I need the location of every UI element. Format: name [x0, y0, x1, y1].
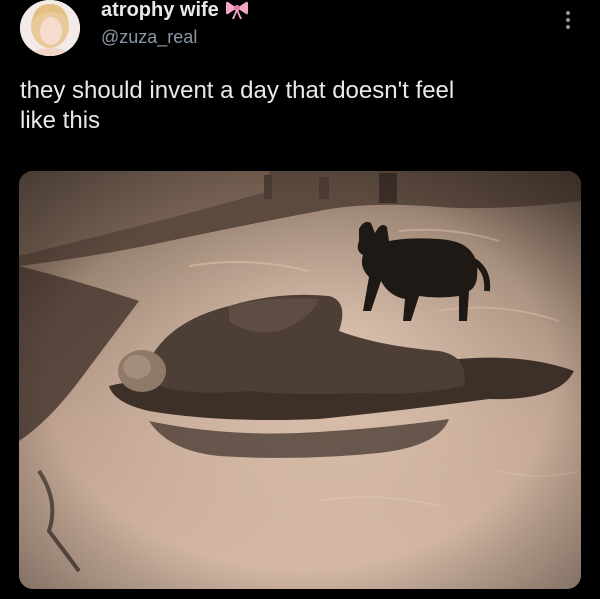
more-vertical-icon[interactable]	[560, 8, 576, 32]
display-name-text: atrophy wife	[101, 0, 219, 21]
tweet-text: they should invent a day that doesn't fe…	[20, 77, 455, 134]
sepia-photo-man-lying-in-water-with-dog	[19, 171, 581, 589]
user-handle[interactable]: @zuza_real	[101, 26, 197, 48]
tweet-photo[interactable]	[19, 171, 581, 589]
pink-bow-icon	[225, 0, 249, 20]
avatar[interactable]	[20, 0, 80, 56]
avatar-image	[20, 0, 80, 56]
display-name[interactable]: atrophy wife	[101, 0, 249, 22]
